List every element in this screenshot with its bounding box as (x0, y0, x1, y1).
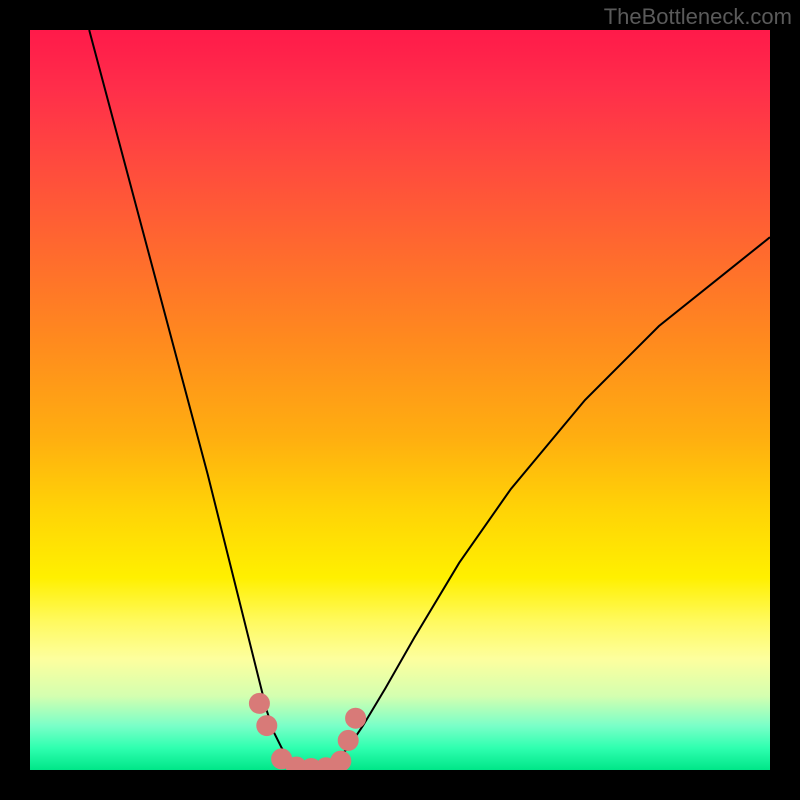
plot-area (30, 30, 770, 770)
data-point (257, 716, 277, 736)
outer-frame: TheBottleneck.com (0, 0, 800, 800)
chart-svg (30, 30, 770, 770)
data-point (331, 751, 351, 770)
watermark-text: TheBottleneck.com (604, 4, 792, 30)
curve-right-branch (326, 237, 770, 767)
curve-group (89, 30, 770, 769)
marker-group (249, 693, 365, 770)
data-point (346, 708, 366, 728)
data-point (338, 730, 358, 750)
curve-left-branch (89, 30, 304, 767)
data-point (249, 693, 269, 713)
